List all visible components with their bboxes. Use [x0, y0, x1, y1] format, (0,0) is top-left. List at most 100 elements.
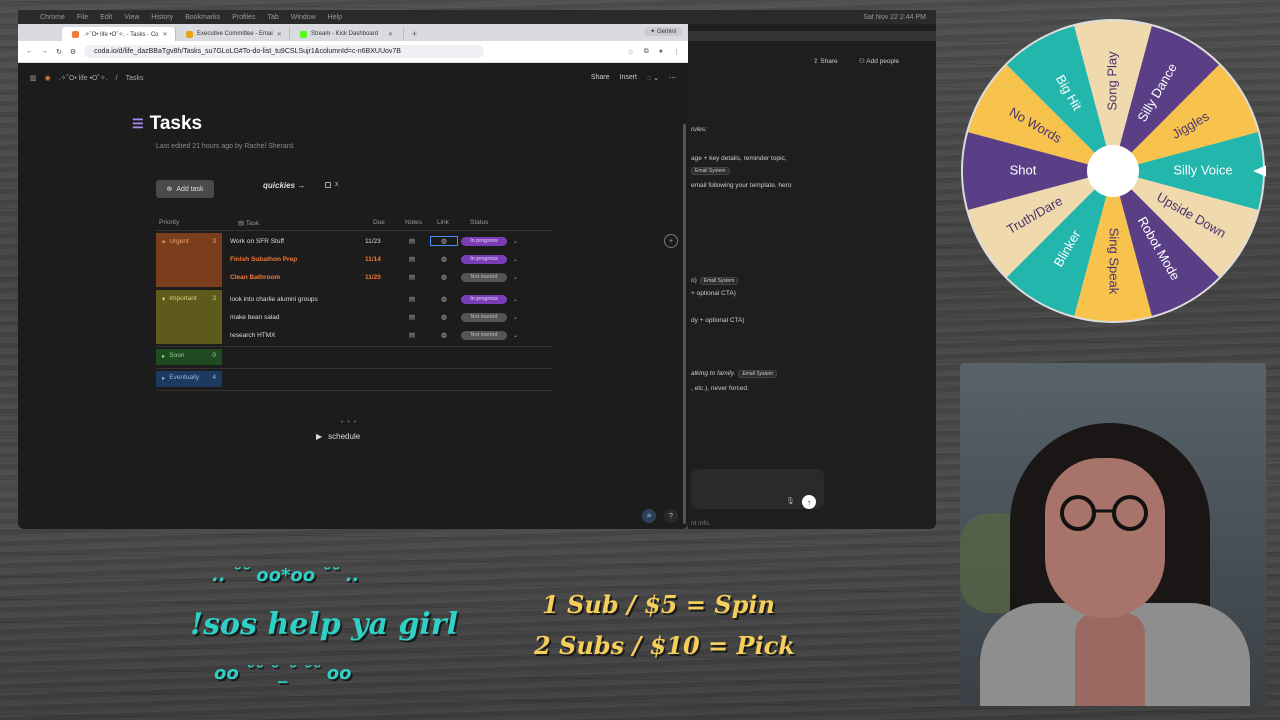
extensions-icon[interactable]: ⧉ [644, 48, 649, 56]
expand-icon[interactable]: ▾ [162, 238, 165, 282]
breadcrumb-doc[interactable]: .✧˚O• life •O˚✧. [59, 74, 108, 82]
tab-email[interactable]: Executive Committee - Emai ✕ [176, 27, 290, 41]
notes-icon[interactable]: ▤ [397, 331, 427, 339]
forward-icon[interactable]: → [41, 48, 48, 55]
reload-icon[interactable]: ↻ [56, 48, 62, 56]
new-tab-button[interactable]: + [404, 27, 425, 41]
chevron-down-icon[interactable]: ⌄ [513, 274, 518, 281]
status-pill[interactable]: Not started [461, 330, 507, 340]
drag-handle-icon[interactable]: • • • [341, 419, 357, 426]
col-due[interactable]: Due [373, 219, 385, 226]
chevron-down-icon[interactable]: ⌄ [513, 238, 518, 245]
schedule-section[interactable]: ▶ schedule [316, 432, 360, 441]
globe-icon[interactable]: ◍ [427, 255, 461, 263]
due-cell[interactable]: 11/14 [365, 256, 397, 263]
menu-edit[interactable]: Edit [100, 14, 112, 21]
col-link[interactable]: Link [437, 219, 449, 226]
comment-icon[interactable]: ◌ ⌄ [647, 74, 659, 82]
bookmark-star-icon[interactable]: ☆ [627, 48, 633, 56]
globe-icon[interactable]: ◍ [427, 295, 461, 303]
notes-icon[interactable]: ▤ [397, 295, 427, 303]
more-icon[interactable]: ⋯ [669, 74, 676, 82]
add-comment-icon[interactable]: + [664, 234, 678, 248]
gemini-share-button[interactable]: ⇪ Share [813, 57, 838, 65]
quickies-checkbox[interactable]: x [325, 181, 339, 188]
col-status[interactable]: Status [470, 219, 488, 226]
menu-help[interactable]: Help [328, 14, 342, 21]
send-arrow-icon[interactable]: ↑ [802, 495, 816, 509]
globe-icon[interactable]: ◍ [427, 273, 461, 281]
close-icon[interactable]: ✕ [388, 31, 393, 38]
group-eventually[interactable]: ▸ Eventually 4 [156, 371, 222, 387]
breadcrumb-page[interactable]: Tasks [126, 75, 144, 82]
table-row[interactable]: Finish Subathon Prep 11/14 ▤ ◍ In progre… [230, 250, 552, 268]
due-cell[interactable]: 11/20 [365, 274, 397, 281]
tab-kick[interactable]: Stream - Kick Dashboard ✕ [290, 27, 404, 41]
status-pill[interactable]: In progress [461, 254, 507, 264]
table-row[interactable]: Clean Bathroom 11/20 ▤ ◍ Not started ⌄ [230, 268, 552, 286]
task-cell[interactable]: research HTMX [230, 332, 365, 339]
notes-icon[interactable]: ▤ [397, 237, 427, 245]
globe-icon[interactable]: ◍ [430, 236, 458, 246]
globe-icon[interactable]: ◍ [427, 331, 461, 339]
status-pill[interactable]: Not started [461, 272, 507, 282]
chevron-down-icon[interactable]: ⌄ [513, 314, 518, 321]
status-pill[interactable]: Not started [461, 312, 507, 322]
group-soon[interactable]: ▸ Soon 0 [156, 349, 222, 365]
email-system-chip[interactable]: Email System [738, 370, 777, 378]
help-icon[interactable]: ? [664, 509, 678, 523]
quickies-link[interactable]: quickies → [263, 181, 305, 190]
email-system-chip[interactable]: Email System [699, 277, 739, 285]
menu-history[interactable]: History [151, 14, 173, 21]
mic-icon[interactable]: 🎙 [786, 497, 795, 505]
url-field[interactable]: coda.io/d/life_dazBBaTgv8h/Tasks_su7GLoL… [84, 45, 485, 58]
add-task-button[interactable]: ⊕ Add task [156, 180, 214, 198]
due-cell[interactable]: 11/23 [365, 238, 397, 245]
menu-bookmarks[interactable]: Bookmarks [185, 14, 220, 21]
group-urgent[interactable]: ▾ Urgent 3 [156, 233, 222, 287]
close-icon[interactable]: ✕ [163, 31, 168, 38]
collapse-icon[interactable]: ▸ [162, 374, 165, 382]
col-task[interactable]: ▤ Task [238, 219, 259, 227]
profile-icon[interactable]: ● [659, 48, 663, 56]
menu-window[interactable]: Window [291, 14, 316, 21]
chevron-down-icon[interactable]: ⌄ [513, 296, 518, 303]
status-pill[interactable]: In progress [461, 294, 507, 304]
close-icon[interactable]: ✕ [277, 31, 282, 38]
expand-icon[interactable]: ▾ [162, 295, 165, 339]
chevron-down-icon[interactable]: ⌄ [513, 256, 518, 263]
col-priority[interactable]: Priority [159, 219, 179, 226]
table-row[interactable]: Work on SFR Stuff 11/23 ▤ ◍ In progress … [230, 232, 552, 250]
menu-chrome[interactable]: Chrome [40, 14, 65, 21]
tune-icon[interactable]: ⚙ [70, 48, 76, 56]
menu-dots-icon[interactable]: ⋮ [673, 48, 680, 56]
back-icon[interactable]: ← [26, 48, 33, 55]
menu-tab[interactable]: Tab [267, 14, 278, 21]
sidebar-toggle-icon[interactable]: ▥ [30, 74, 37, 82]
task-cell[interactable]: Work on SFR Stuff [230, 238, 365, 245]
gemini-button[interactable]: ✦ Gemini [644, 27, 682, 36]
email-system-chip[interactable]: Email System [691, 167, 730, 175]
collapse-icon[interactable]: ▸ [162, 352, 165, 360]
tab-coda-tasks[interactable]: .✧˚O• life •O˚✧. - Tasks - Co ✕ [62, 27, 176, 41]
notes-icon[interactable]: ▤ [397, 313, 427, 321]
globe-icon[interactable]: ◍ [427, 313, 461, 321]
table-row[interactable]: look into charlie alumni groups ▤ ◍ In p… [230, 290, 552, 308]
sparkle-icon[interactable]: ✳ [642, 509, 656, 523]
table-row[interactable]: make bean salad ▤ ◍ Not started ⌄ [230, 308, 552, 326]
add-people-button[interactable]: ⚇ Add people [859, 57, 899, 65]
scrollbar[interactable] [683, 124, 686, 524]
task-cell[interactable]: make bean salad [230, 314, 365, 321]
status-pill[interactable]: In progress [461, 236, 507, 246]
task-cell[interactable]: Finish Subathon Prep [230, 256, 365, 263]
notes-icon[interactable]: ▤ [397, 255, 427, 263]
menu-file[interactable]: File [77, 14, 88, 21]
task-cell[interactable]: Clean Bathroom [230, 274, 365, 281]
menu-view[interactable]: View [124, 14, 139, 21]
notes-icon[interactable]: ▤ [397, 273, 427, 281]
share-button[interactable]: Share [591, 74, 610, 82]
task-cell[interactable]: look into charlie alumni groups [230, 296, 365, 303]
menu-profiles[interactable]: Profiles [232, 14, 255, 21]
col-notes[interactable]: Notes [405, 219, 422, 226]
chevron-down-icon[interactable]: ⌄ [513, 332, 518, 339]
